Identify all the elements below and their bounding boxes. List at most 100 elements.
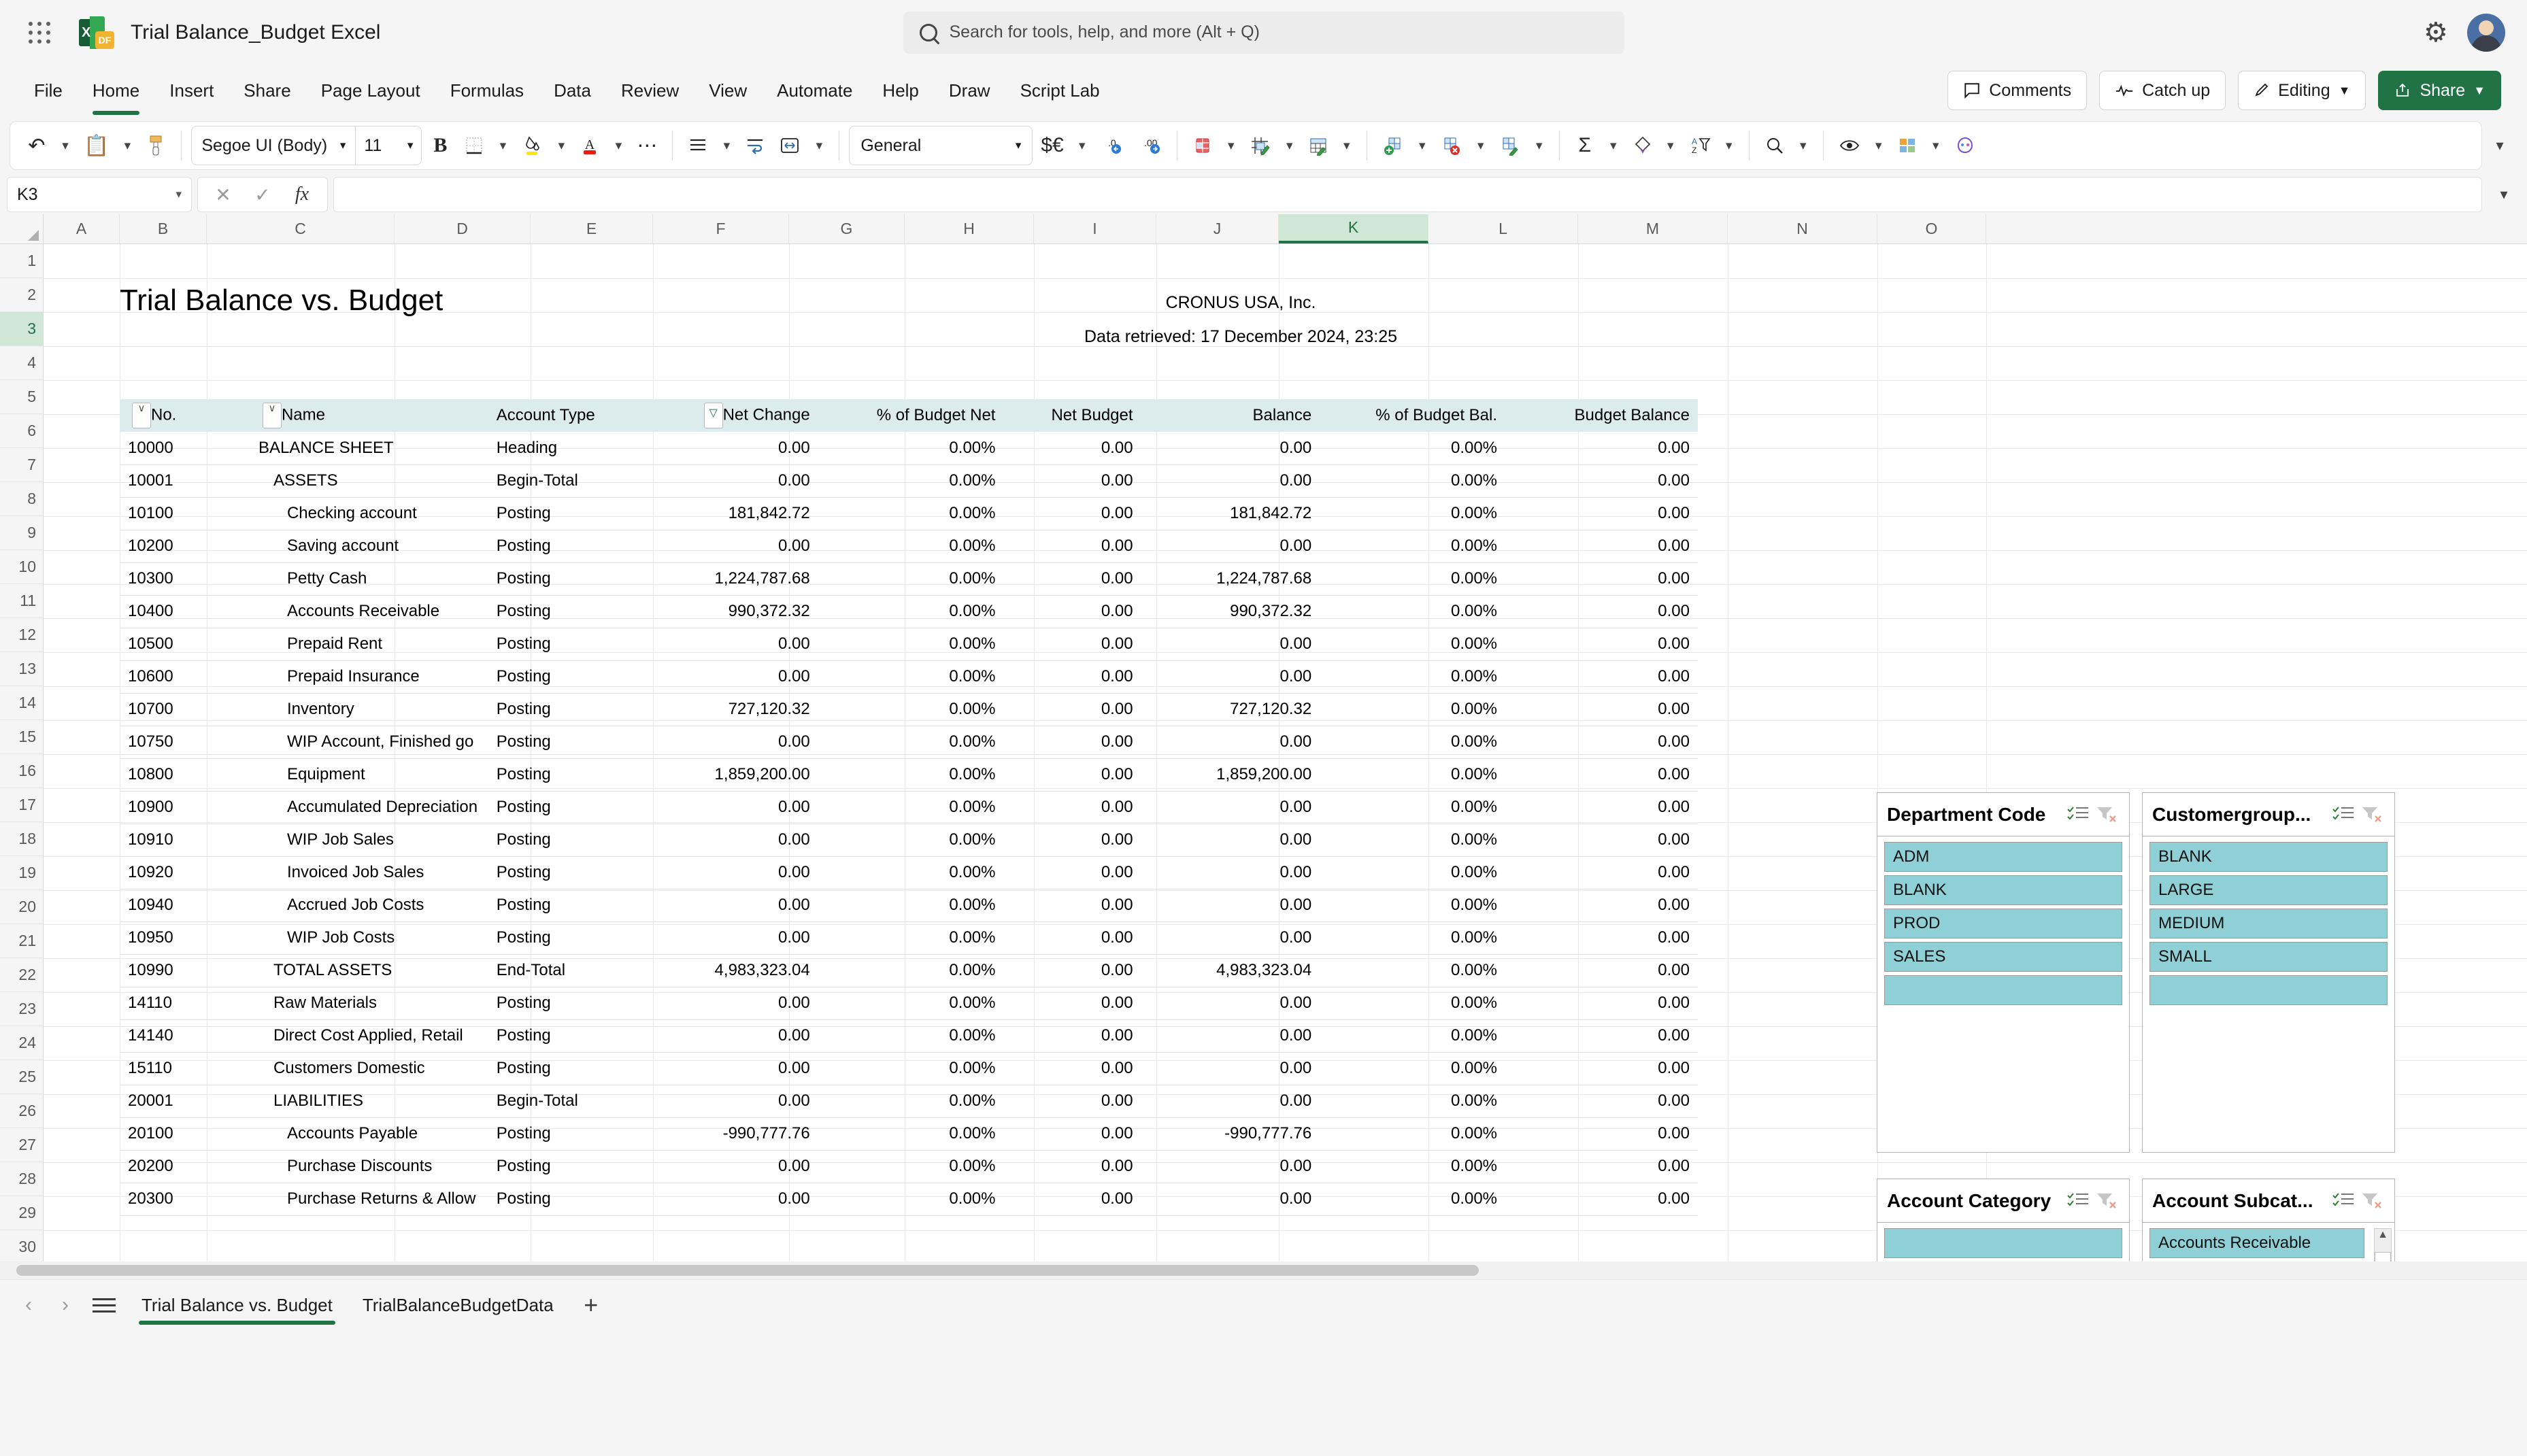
table-cell-no[interactable]: 20300: [120, 1183, 250, 1216]
row-header-14[interactable]: 14: [0, 686, 43, 720]
table-row[interactable]: 10100 Checking account Posting 181,842.72 0.…: [120, 497, 1698, 530]
table-row[interactable]: 14110 Raw Materials Posting 0.00 0.00% 0.00 0.…: [120, 987, 1698, 1020]
table-cell-balance[interactable]: 0.00: [1141, 726, 1320, 759]
table-cell-balance[interactable]: 0.00: [1141, 791, 1320, 824]
ribbon-tab-page-layout[interactable]: Page Layout: [306, 73, 435, 108]
table-cell-no[interactable]: 10100: [120, 497, 250, 530]
table-cell-pct-bal[interactable]: 0.00%: [1320, 726, 1506, 759]
table-cell-balance[interactable]: 0.00: [1141, 1019, 1320, 1053]
add-sheet-button[interactable]: +: [573, 1287, 609, 1323]
table-cell-pct-net[interactable]: 0.00%: [818, 1183, 1004, 1216]
table-cell-net-change[interactable]: 0.00: [632, 921, 818, 955]
borders-icon[interactable]: [458, 126, 490, 165]
addins-icon[interactable]: [1892, 126, 1923, 165]
table-cell-pct-bal[interactable]: 0.00%: [1320, 497, 1506, 530]
row-header-8[interactable]: 8: [0, 482, 43, 516]
table-cell-budget-balance[interactable]: 0.00: [1505, 432, 1698, 465]
formula-bar-expand-icon[interactable]: ▾: [2488, 186, 2520, 203]
decrease-decimal-icon[interactable]: .0: [1095, 126, 1129, 165]
table-cell-net-budget[interactable]: 0.00: [1003, 464, 1141, 498]
table-cell-balance[interactable]: 0.00: [1141, 1150, 1320, 1183]
row-header-9[interactable]: 9: [0, 516, 43, 550]
table-cell-net-change[interactable]: 0.00: [632, 1085, 818, 1118]
table-cell-pct-bal[interactable]: 0.00%: [1320, 595, 1506, 628]
undo-chevron-down-icon[interactable]: ▾: [55, 126, 76, 165]
table-cell-pct-net[interactable]: 0.00%: [818, 1117, 1004, 1151]
row-header-24[interactable]: 24: [0, 1026, 43, 1060]
row-header-20[interactable]: 20: [0, 890, 43, 924]
table-cell-net-change[interactable]: 727,120.32: [632, 693, 818, 726]
table-cell-type[interactable]: Posting: [488, 595, 633, 628]
table-cell-no[interactable]: 10920: [120, 856, 250, 890]
table-row[interactable]: 10200 Saving account Posting 0.00 0.00% 0.00 0…: [120, 530, 1698, 563]
name-box[interactable]: K3 ▾: [7, 177, 192, 212]
cell-styles-icon[interactable]: [1303, 126, 1334, 165]
table-cell-balance[interactable]: 0.00: [1141, 1085, 1320, 1118]
format-painter-icon[interactable]: [140, 126, 171, 165]
font-name-select[interactable]: Segoe UI (Body) ▾: [192, 136, 355, 156]
row-header-3[interactable]: 3: [0, 312, 43, 346]
table-cell-net-change[interactable]: 0.00: [632, 1052, 818, 1085]
table-cell-pct-bal[interactable]: 0.00%: [1320, 530, 1506, 563]
table-cell-net-budget[interactable]: 0.00: [1003, 693, 1141, 726]
table-cell-type[interactable]: Posting: [488, 921, 633, 955]
table-cell-net-budget[interactable]: 0.00: [1003, 987, 1141, 1020]
table-cell-no[interactable]: 10800: [120, 758, 250, 792]
find-icon[interactable]: [1759, 126, 1790, 165]
table-cell-no[interactable]: 10600: [120, 660, 250, 694]
table-cell-type[interactable]: Posting: [488, 693, 633, 726]
slicer-scrollbar[interactable]: ▲: [2374, 1228, 2392, 1262]
table-cell-budget-balance[interactable]: 0.00: [1505, 562, 1698, 596]
horizontal-scroll-thumb[interactable]: [16, 1265, 1479, 1276]
table-cell-type[interactable]: Posting: [488, 1019, 633, 1053]
column-header-K[interactable]: K: [1279, 214, 1428, 243]
delete-cells-icon[interactable]: [1435, 126, 1468, 165]
table-row[interactable]: 10001 ASSETS Begin-Total 0.00 0.00% 0.00 0.00 0…: [120, 464, 1698, 498]
column-header-M[interactable]: M: [1578, 214, 1728, 243]
table-cell-type[interactable]: Posting: [488, 856, 633, 890]
table-cell-net-change[interactable]: 0.00: [632, 1019, 818, 1053]
insert-function-icon[interactable]: fx: [284, 179, 320, 210]
table-cell-budget-balance[interactable]: 0.00: [1505, 1052, 1698, 1085]
bold-button[interactable]: B: [424, 126, 456, 165]
table-style-chevron-down-icon[interactable]: ▾: [1279, 126, 1300, 165]
conditional-formatting-icon[interactable]: [1187, 126, 1218, 165]
table-cell-budget-balance[interactable]: 0.00: [1505, 824, 1698, 857]
ribbon-tab-data[interactable]: Data: [539, 73, 606, 108]
table-cell-name[interactable]: Prepaid Insurance: [250, 660, 488, 694]
table-cell-net-budget[interactable]: 0.00: [1003, 1085, 1141, 1118]
paste-chevron-down-icon[interactable]: ▾: [117, 126, 137, 165]
slicer-item[interactable]: MEDIUM: [2149, 909, 2388, 938]
delete-chevron-down-icon[interactable]: ▾: [1471, 126, 1491, 165]
table-row[interactable]: 10800 Equipment Posting 1,859,200.00 0.00% 0.…: [120, 758, 1698, 792]
table-row[interactable]: 10990 TOTAL ASSETS End-Total 4,983,323.04 0.…: [120, 954, 1698, 987]
table-cell-pct-bal[interactable]: 0.00%: [1320, 562, 1506, 596]
increase-decimal-icon[interactable]: .00: [1132, 126, 1167, 165]
slicer-item[interactable]: SALES: [1884, 942, 2122, 972]
table-cell-net-change[interactable]: 0.00: [632, 432, 818, 465]
table-cell-type[interactable]: Posting: [488, 1052, 633, 1085]
table-cell-name[interactable]: Checking account: [250, 497, 488, 530]
slicer-item[interactable]: SMALL: [2149, 942, 2388, 972]
table-cell-pct-net[interactable]: 0.00%: [818, 628, 1004, 661]
row-header-17[interactable]: 17: [0, 788, 43, 822]
table-row[interactable]: 10000 BALANCE SHEET Heading 0.00 0.00% 0.00 0.…: [120, 432, 1698, 465]
table-cell-no[interactable]: 10910: [120, 824, 250, 857]
table-cell-net-budget[interactable]: 0.00: [1003, 595, 1141, 628]
paste-icon[interactable]: 📋: [78, 126, 114, 165]
table-cell-pct-net[interactable]: 0.00%: [818, 856, 1004, 890]
multi-select-icon[interactable]: [2332, 805, 2355, 825]
ribbon-tab-draw[interactable]: Draw: [934, 73, 1005, 108]
table-cell-pct-net[interactable]: 0.00%: [818, 889, 1004, 922]
table-cell-no[interactable]: 10750: [120, 726, 250, 759]
table-cell-budget-balance[interactable]: 0.00: [1505, 660, 1698, 694]
table-cell-net-budget[interactable]: 0.00: [1003, 1183, 1141, 1216]
table-cell-net-budget[interactable]: 0.00: [1003, 432, 1141, 465]
table-cell-budget-balance[interactable]: 0.00: [1505, 1085, 1698, 1118]
table-cell-no[interactable]: 10700: [120, 693, 250, 726]
column-header-E[interactable]: E: [531, 214, 653, 243]
table-cell-budget-balance[interactable]: 0.00: [1505, 889, 1698, 922]
column-header-D[interactable]: D: [395, 214, 531, 243]
ribbon-tab-script-lab[interactable]: Script Lab: [1005, 73, 1115, 108]
table-cell-net-change[interactable]: 0.00: [632, 824, 818, 857]
